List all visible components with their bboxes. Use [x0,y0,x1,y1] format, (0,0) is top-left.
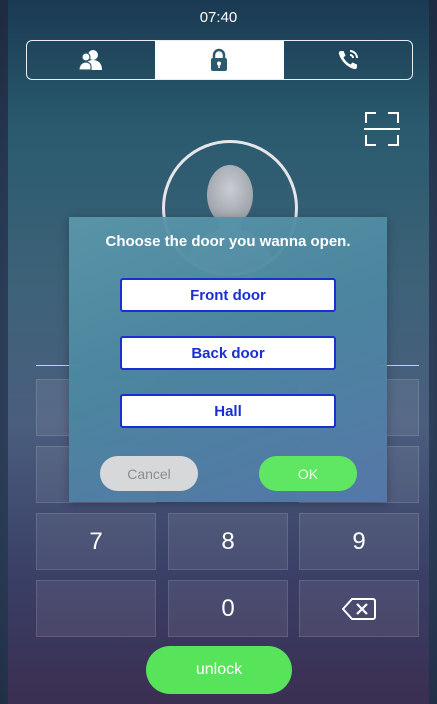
lock-icon [211,48,228,71]
door-option-back[interactable]: Back door [120,336,336,370]
cancel-button[interactable]: Cancel [100,456,198,491]
tab-call[interactable] [284,41,412,79]
phone-call-icon [338,50,358,70]
keypad-key-8[interactable]: 8 [168,513,288,570]
contacts-icon [78,50,103,71]
keypad-key-9[interactable]: 9 [299,513,419,570]
tab-contacts[interactable] [27,41,155,79]
keypad-key-0[interactable]: 0 [168,580,288,637]
delete-button[interactable] [299,580,419,637]
keypad-key-7[interactable]: 7 [36,513,156,570]
status-time: 07:40 [199,8,238,26]
dialog-title: Choose the door you wanna open. [105,233,351,250]
backspace-icon [342,597,376,620]
ok-button[interactable]: OK [259,456,357,491]
unlock-button[interactable]: unlock [146,646,292,694]
lock-screen: 07:40 7 8 9 0 unlock Choose the door you… [8,0,429,704]
tab-bar [26,40,413,80]
status-bar: 07:40 [8,0,429,34]
qr-scan-icon[interactable] [362,109,402,149]
door-chooser-dialog: Choose the door you wanna open. Front do… [69,217,387,502]
tab-unlock[interactable] [155,41,284,79]
door-option-hall[interactable]: Hall [120,394,336,428]
keypad-key-empty [36,580,156,637]
door-option-front[interactable]: Front door [120,278,336,312]
